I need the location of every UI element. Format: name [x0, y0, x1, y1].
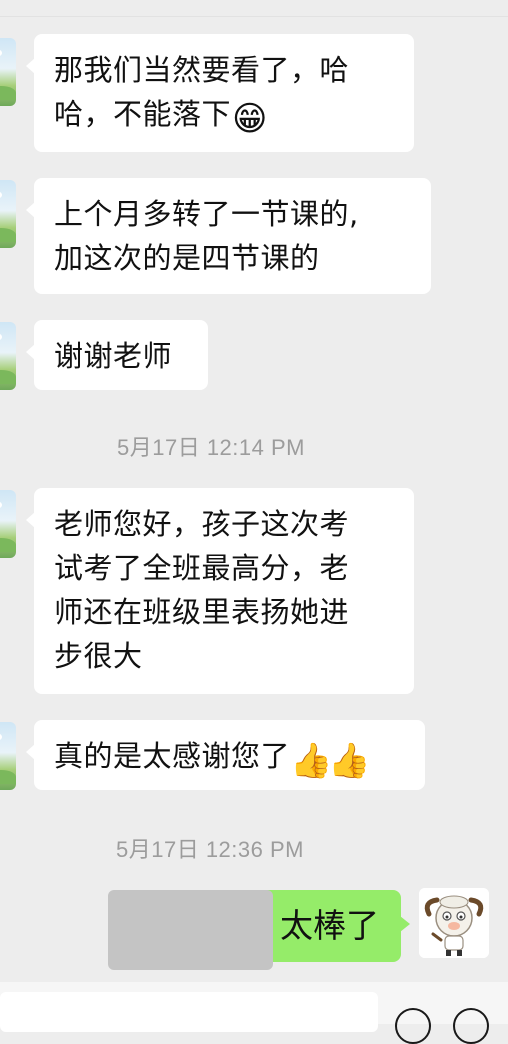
redacted-region	[108, 890, 273, 970]
sheep-avatar-icon	[419, 888, 489, 958]
message-text: 师还在班级里表扬她进	[54, 595, 350, 629]
contact-avatar[interactable]	[0, 322, 16, 390]
message-text: 哈，不能落下	[54, 97, 232, 131]
contact-avatar[interactable]	[0, 490, 16, 558]
message-bubble[interactable]: 真的是太感谢您了👍👍	[26, 720, 425, 790]
contact-avatar[interactable]	[0, 180, 16, 248]
message-text: 老师您好，孩子这次考	[54, 507, 350, 541]
message-input[interactable]	[0, 992, 378, 1032]
message-bubble[interactable]: 老师您好，孩子这次考 试考了全班最高分，老 师还在班级里表扬她进 步很大	[26, 488, 414, 694]
thumbs-up-icon: 👍	[328, 741, 371, 781]
message-bubble[interactable]: 上个月多转了一节课的, 加这次的是四节课的	[26, 178, 431, 294]
thumbs-up-icon: 👍	[290, 741, 333, 781]
add-icon[interactable]	[453, 1008, 489, 1044]
grinning-face-icon: 😁	[232, 99, 268, 139]
message-text: 太棒了	[280, 906, 379, 945]
contact-avatar[interactable]	[0, 38, 16, 106]
message-text: 步很大	[54, 639, 143, 673]
message-text: 谢谢老师	[54, 339, 173, 373]
timestamp: 5月17日 12:14 PM	[117, 435, 305, 460]
message-text: 真的是太感谢您了	[54, 739, 291, 773]
header-divider	[0, 16, 508, 17]
contact-avatar[interactable]	[0, 722, 16, 790]
user-avatar[interactable]	[419, 888, 489, 958]
message-bubble[interactable]: 那我们当然要看了，哈 哈，不能落下😁	[26, 34, 414, 152]
emoji-icon[interactable]	[395, 1008, 431, 1044]
message-text: 那我们当然要看了，哈	[54, 53, 350, 87]
message-text: 上个月多转了一节课的,	[54, 197, 359, 231]
message-bubble[interactable]: 谢谢老师	[26, 320, 208, 390]
message-text: 试考了全班最高分，老	[54, 551, 350, 585]
message-text: 加这次的是四节课的	[54, 241, 320, 275]
timestamp: 5月17日 12:36 PM	[116, 837, 304, 862]
